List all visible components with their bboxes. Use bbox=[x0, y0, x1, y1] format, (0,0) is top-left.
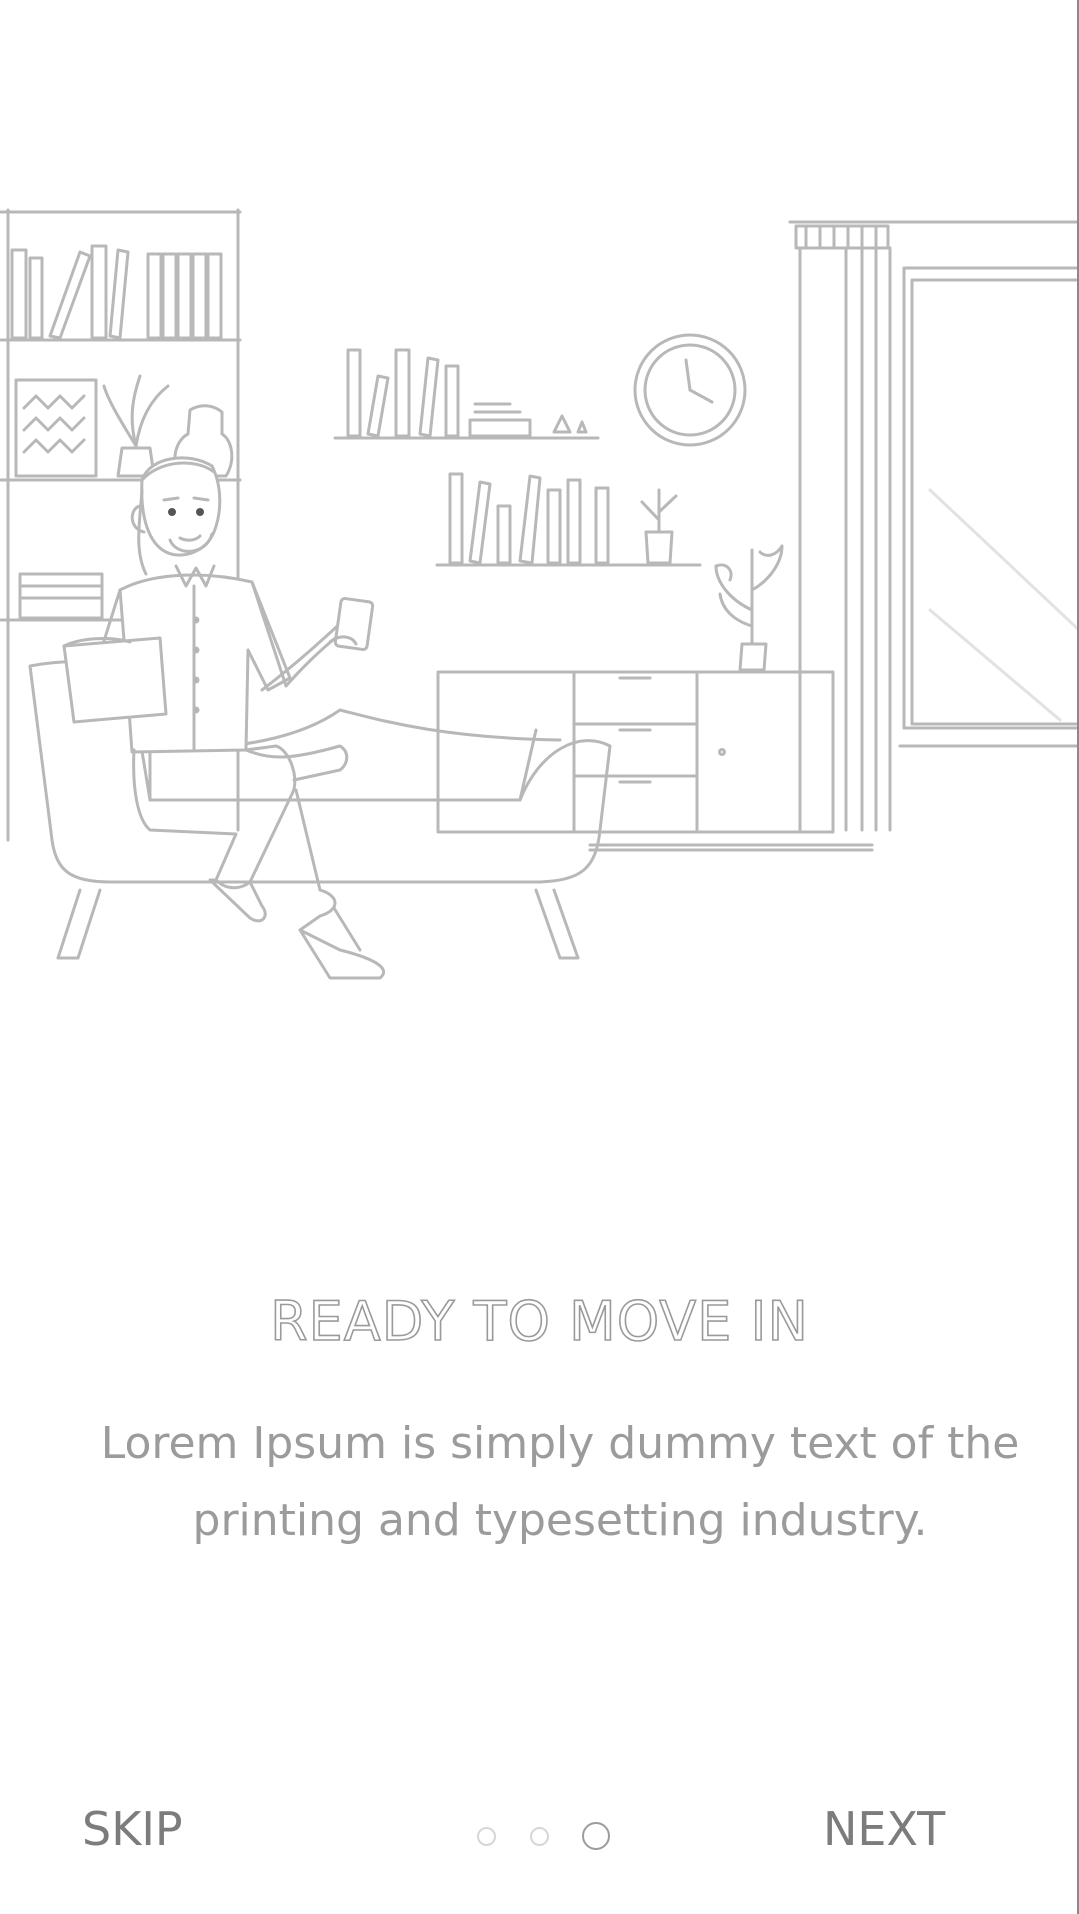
page-dot-3-active[interactable] bbox=[582, 1822, 610, 1850]
sideboard-cabinet bbox=[436, 670, 874, 852]
skip-button[interactable]: SKIP bbox=[82, 1802, 183, 1856]
onboarding-footer: SKIP NEXT bbox=[0, 1790, 1079, 1870]
page-dot-1[interactable] bbox=[477, 1827, 496, 1846]
onboarding-screen: READY TO MOVE IN Lorem Ipsum is simply d… bbox=[0, 0, 1079, 1914]
onboarding-title: READY TO MOVE IN bbox=[269, 1289, 809, 1354]
onboarding-description: Lorem Ipsum is simply dummy text of the … bbox=[100, 1418, 1020, 1546]
man-with-phone bbox=[62, 456, 386, 980]
next-button[interactable]: NEXT bbox=[823, 1802, 945, 1856]
living-room-illustration bbox=[0, 190, 1079, 1010]
potted-plant bbox=[714, 544, 784, 672]
clock-icon bbox=[633, 333, 747, 447]
page-dot-2[interactable] bbox=[530, 1827, 549, 1846]
